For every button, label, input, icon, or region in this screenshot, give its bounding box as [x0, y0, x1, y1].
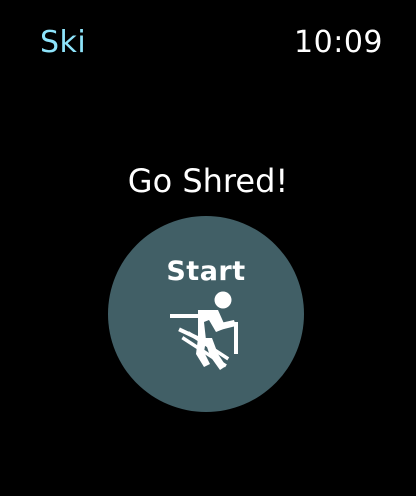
headline: Go Shred!: [127, 162, 289, 200]
start-button-label: Start: [166, 256, 246, 287]
app-title[interactable]: Ski: [40, 28, 86, 58]
clock-time: 10:09: [294, 25, 383, 60]
skier-icon: [170, 291, 238, 370]
start-button[interactable]: Start: [108, 216, 304, 412]
